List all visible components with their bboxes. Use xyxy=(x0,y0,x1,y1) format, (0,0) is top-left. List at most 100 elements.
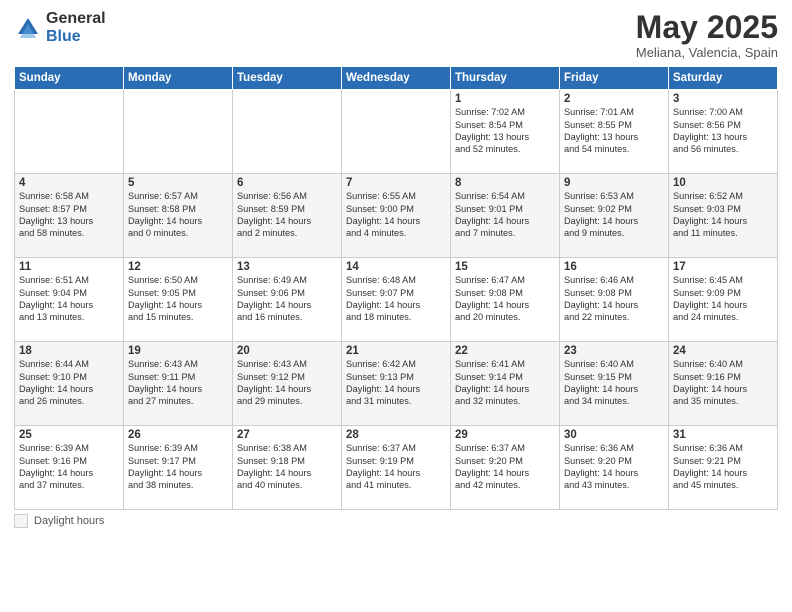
day-info: Sunrise: 6:39 AM Sunset: 9:16 PM Dayligh… xyxy=(19,442,119,492)
calendar-cell xyxy=(342,90,451,174)
calendar-cell: 13Sunrise: 6:49 AM Sunset: 9:06 PM Dayli… xyxy=(233,258,342,342)
calendar-cell: 31Sunrise: 6:36 AM Sunset: 9:21 PM Dayli… xyxy=(669,426,778,510)
day-info: Sunrise: 6:57 AM Sunset: 8:58 PM Dayligh… xyxy=(128,190,228,240)
calendar-cell: 3Sunrise: 7:00 AM Sunset: 8:56 PM Daylig… xyxy=(669,90,778,174)
day-number: 17 xyxy=(673,261,773,273)
day-number: 20 xyxy=(237,345,337,357)
day-number: 7 xyxy=(346,177,446,189)
day-number: 27 xyxy=(237,429,337,441)
calendar-cell: 24Sunrise: 6:40 AM Sunset: 9:16 PM Dayli… xyxy=(669,342,778,426)
calendar-cell xyxy=(15,90,124,174)
page: General Blue May 2025 Meliana, Valencia,… xyxy=(0,0,792,612)
day-info: Sunrise: 6:37 AM Sunset: 9:19 PM Dayligh… xyxy=(346,442,446,492)
day-number: 25 xyxy=(19,429,119,441)
logo: General Blue xyxy=(14,10,106,45)
calendar-cell: 9Sunrise: 6:53 AM Sunset: 9:02 PM Daylig… xyxy=(560,174,669,258)
logo-text: General Blue xyxy=(46,10,106,45)
week-row-4: 18Sunrise: 6:44 AM Sunset: 9:10 PM Dayli… xyxy=(15,342,778,426)
day-info: Sunrise: 7:01 AM Sunset: 8:55 PM Dayligh… xyxy=(564,106,664,156)
calendar-cell: 18Sunrise: 6:44 AM Sunset: 9:10 PM Dayli… xyxy=(15,342,124,426)
day-number: 22 xyxy=(455,345,555,357)
day-info: Sunrise: 6:55 AM Sunset: 9:00 PM Dayligh… xyxy=(346,190,446,240)
calendar-cell: 19Sunrise: 6:43 AM Sunset: 9:11 PM Dayli… xyxy=(124,342,233,426)
day-number: 30 xyxy=(564,429,664,441)
day-number: 1 xyxy=(455,93,555,105)
col-wednesday: Wednesday xyxy=(342,67,451,90)
day-number: 5 xyxy=(128,177,228,189)
logo-icon xyxy=(14,14,42,42)
logo-blue: Blue xyxy=(46,28,106,46)
day-info: Sunrise: 6:41 AM Sunset: 9:14 PM Dayligh… xyxy=(455,358,555,408)
calendar-cell: 17Sunrise: 6:45 AM Sunset: 9:09 PM Dayli… xyxy=(669,258,778,342)
week-row-5: 25Sunrise: 6:39 AM Sunset: 9:16 PM Dayli… xyxy=(15,426,778,510)
header-row: Sunday Monday Tuesday Wednesday Thursday… xyxy=(15,67,778,90)
day-number: 13 xyxy=(237,261,337,273)
week-row-3: 11Sunrise: 6:51 AM Sunset: 9:04 PM Dayli… xyxy=(15,258,778,342)
day-info: Sunrise: 6:51 AM Sunset: 9:04 PM Dayligh… xyxy=(19,274,119,324)
day-info: Sunrise: 6:53 AM Sunset: 9:02 PM Dayligh… xyxy=(564,190,664,240)
calendar-cell: 27Sunrise: 6:38 AM Sunset: 9:18 PM Dayli… xyxy=(233,426,342,510)
day-number: 26 xyxy=(128,429,228,441)
day-info: Sunrise: 6:54 AM Sunset: 9:01 PM Dayligh… xyxy=(455,190,555,240)
calendar-cell: 22Sunrise: 6:41 AM Sunset: 9:14 PM Dayli… xyxy=(451,342,560,426)
day-number: 3 xyxy=(673,93,773,105)
day-info: Sunrise: 6:36 AM Sunset: 9:20 PM Dayligh… xyxy=(564,442,664,492)
col-saturday: Saturday xyxy=(669,67,778,90)
calendar-cell: 5Sunrise: 6:57 AM Sunset: 8:58 PM Daylig… xyxy=(124,174,233,258)
day-info: Sunrise: 6:40 AM Sunset: 9:16 PM Dayligh… xyxy=(673,358,773,408)
day-info: Sunrise: 6:43 AM Sunset: 9:11 PM Dayligh… xyxy=(128,358,228,408)
col-monday: Monday xyxy=(124,67,233,90)
calendar-cell: 16Sunrise: 6:46 AM Sunset: 9:08 PM Dayli… xyxy=(560,258,669,342)
day-info: Sunrise: 6:43 AM Sunset: 9:12 PM Dayligh… xyxy=(237,358,337,408)
calendar-cell xyxy=(124,90,233,174)
day-info: Sunrise: 6:49 AM Sunset: 9:06 PM Dayligh… xyxy=(237,274,337,324)
day-info: Sunrise: 6:47 AM Sunset: 9:08 PM Dayligh… xyxy=(455,274,555,324)
calendar-cell: 29Sunrise: 6:37 AM Sunset: 9:20 PM Dayli… xyxy=(451,426,560,510)
day-info: Sunrise: 6:48 AM Sunset: 9:07 PM Dayligh… xyxy=(346,274,446,324)
day-info: Sunrise: 6:56 AM Sunset: 8:59 PM Dayligh… xyxy=(237,190,337,240)
day-info: Sunrise: 7:00 AM Sunset: 8:56 PM Dayligh… xyxy=(673,106,773,156)
calendar-cell: 10Sunrise: 6:52 AM Sunset: 9:03 PM Dayli… xyxy=(669,174,778,258)
day-info: Sunrise: 7:02 AM Sunset: 8:54 PM Dayligh… xyxy=(455,106,555,156)
day-number: 8 xyxy=(455,177,555,189)
day-info: Sunrise: 6:50 AM Sunset: 9:05 PM Dayligh… xyxy=(128,274,228,324)
subtitle: Meliana, Valencia, Spain xyxy=(636,45,778,60)
day-number: 6 xyxy=(237,177,337,189)
calendar-cell: 8Sunrise: 6:54 AM Sunset: 9:01 PM Daylig… xyxy=(451,174,560,258)
calendar-cell: 11Sunrise: 6:51 AM Sunset: 9:04 PM Dayli… xyxy=(15,258,124,342)
day-info: Sunrise: 6:37 AM Sunset: 9:20 PM Dayligh… xyxy=(455,442,555,492)
week-row-2: 4Sunrise: 6:58 AM Sunset: 8:57 PM Daylig… xyxy=(15,174,778,258)
day-number: 29 xyxy=(455,429,555,441)
calendar-cell: 14Sunrise: 6:48 AM Sunset: 9:07 PM Dayli… xyxy=(342,258,451,342)
day-number: 19 xyxy=(128,345,228,357)
day-info: Sunrise: 6:45 AM Sunset: 9:09 PM Dayligh… xyxy=(673,274,773,324)
calendar-cell: 12Sunrise: 6:50 AM Sunset: 9:05 PM Dayli… xyxy=(124,258,233,342)
day-number: 28 xyxy=(346,429,446,441)
calendar-cell: 23Sunrise: 6:40 AM Sunset: 9:15 PM Dayli… xyxy=(560,342,669,426)
legend-label: Daylight hours xyxy=(34,515,104,527)
day-number: 14 xyxy=(346,261,446,273)
calendar-cell: 25Sunrise: 6:39 AM Sunset: 9:16 PM Dayli… xyxy=(15,426,124,510)
legend: Daylight hours xyxy=(14,514,778,528)
col-thursday: Thursday xyxy=(451,67,560,90)
day-info: Sunrise: 6:42 AM Sunset: 9:13 PM Dayligh… xyxy=(346,358,446,408)
calendar: Sunday Monday Tuesday Wednesday Thursday… xyxy=(14,66,778,510)
day-number: 11 xyxy=(19,261,119,273)
day-info: Sunrise: 6:52 AM Sunset: 9:03 PM Dayligh… xyxy=(673,190,773,240)
legend-box xyxy=(14,514,28,528)
day-number: 24 xyxy=(673,345,773,357)
logo-general: General xyxy=(46,10,106,28)
col-sunday: Sunday xyxy=(15,67,124,90)
day-info: Sunrise: 6:58 AM Sunset: 8:57 PM Dayligh… xyxy=(19,190,119,240)
day-number: 21 xyxy=(346,345,446,357)
calendar-cell: 7Sunrise: 6:55 AM Sunset: 9:00 PM Daylig… xyxy=(342,174,451,258)
header: General Blue May 2025 Meliana, Valencia,… xyxy=(14,10,778,60)
day-number: 31 xyxy=(673,429,773,441)
day-info: Sunrise: 6:46 AM Sunset: 9:08 PM Dayligh… xyxy=(564,274,664,324)
day-number: 16 xyxy=(564,261,664,273)
month-title: May 2025 xyxy=(636,10,778,45)
day-number: 10 xyxy=(673,177,773,189)
day-info: Sunrise: 6:39 AM Sunset: 9:17 PM Dayligh… xyxy=(128,442,228,492)
title-block: May 2025 Meliana, Valencia, Spain xyxy=(636,10,778,60)
calendar-cell: 4Sunrise: 6:58 AM Sunset: 8:57 PM Daylig… xyxy=(15,174,124,258)
